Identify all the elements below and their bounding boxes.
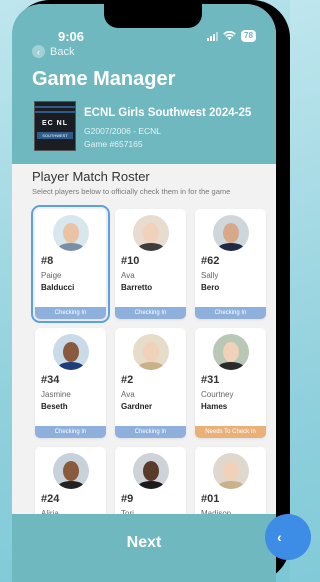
- player-avatar: [213, 215, 249, 251]
- player-number: #10: [121, 255, 140, 267]
- player-card[interactable]: #8 Paige Balducci Checking In: [31, 205, 110, 323]
- player-last-name: Barretto: [121, 283, 153, 292]
- player-avatar: [53, 334, 89, 370]
- status-time: 9:06: [58, 29, 85, 44]
- check-in-status: Checking In: [35, 426, 106, 438]
- chevron-left-icon: ‹: [32, 45, 45, 58]
- game-number: Game #657165: [84, 139, 143, 149]
- event-name: ECNL Girls Southwest 2024-25: [84, 107, 252, 119]
- player-number: #8: [41, 255, 54, 267]
- player-first-name: Courtney: [201, 390, 234, 399]
- chevron-left-icon: ‹: [277, 529, 282, 545]
- player-number: #34: [41, 374, 60, 386]
- player-avatar: [53, 453, 89, 489]
- logo-sub: SOUTHWEST: [37, 132, 73, 139]
- player-first-name: Ava: [121, 271, 135, 280]
- player-last-name: Gardner: [121, 402, 153, 411]
- player-last-name: Beseth: [41, 402, 68, 411]
- check-in-status: Checking In: [35, 307, 106, 319]
- app-screen: 9:06 78 ‹ Back Game Manager EC NL SOUTHW…: [12, 4, 276, 582]
- player-last-name: Bero: [201, 283, 220, 292]
- notch: [104, 4, 202, 28]
- battery-icon: 78: [241, 30, 256, 42]
- header: 9:06 78 ‹ Back Game Manager EC NL SOUTHW…: [12, 4, 276, 164]
- player-card[interactable]: #34 Jasmine Beseth Checking In: [35, 328, 106, 438]
- team-logo: EC NL SOUTHWEST: [34, 101, 76, 151]
- back-button[interactable]: ‹ Back: [32, 45, 74, 58]
- player-last-name: Hames: [201, 402, 228, 411]
- player-number: #2: [121, 374, 134, 386]
- player-card[interactable]: #2 Ava Gardner Checking In: [115, 328, 186, 438]
- roster-title: Player Match Roster: [32, 169, 150, 184]
- age-group: G2007/2006 - ECNL: [84, 126, 162, 136]
- check-in-status: Checking In: [195, 307, 266, 319]
- page-title: Game Manager: [32, 68, 176, 90]
- player-avatar: [133, 215, 169, 251]
- player-first-name: Jasmine: [41, 390, 71, 399]
- player-card[interactable]: #31 Courtney Hames Needs To Check In: [195, 328, 266, 438]
- player-last-name: Balducci: [41, 283, 75, 292]
- player-card[interactable]: #62 Sally Bero Checking In: [195, 209, 266, 319]
- check-in-status: Needs To Check In: [195, 426, 266, 438]
- player-number: #9: [121, 493, 134, 505]
- check-in-status: Checking In: [115, 307, 186, 319]
- check-in-status: Checking In: [115, 426, 186, 438]
- player-number: #62: [201, 255, 220, 267]
- signal-icon: [207, 31, 218, 41]
- back-label: Back: [50, 45, 75, 58]
- player-first-name: Paige: [41, 271, 62, 280]
- player-avatar: [213, 334, 249, 370]
- footer: Next: [12, 514, 276, 582]
- next-button[interactable]: Next: [12, 534, 276, 552]
- player-avatar: [213, 453, 249, 489]
- player-first-name: Ava: [121, 390, 135, 399]
- player-avatar: [133, 334, 169, 370]
- player-avatar: [53, 215, 89, 251]
- logo-text: EC NL: [42, 120, 68, 127]
- player-number: #31: [201, 374, 220, 386]
- player-number: #24: [41, 493, 60, 505]
- roster-subtitle: Select players below to officially check…: [32, 187, 231, 196]
- floating-action-button[interactable]: ‹: [265, 514, 311, 560]
- player-first-name: Sally: [201, 271, 219, 280]
- wifi-icon: [223, 31, 236, 41]
- player-number: #01: [201, 493, 220, 505]
- player-card[interactable]: #10 Ava Barretto Checking In: [115, 209, 186, 319]
- status-icons: 78: [207, 30, 256, 42]
- player-avatar: [133, 453, 169, 489]
